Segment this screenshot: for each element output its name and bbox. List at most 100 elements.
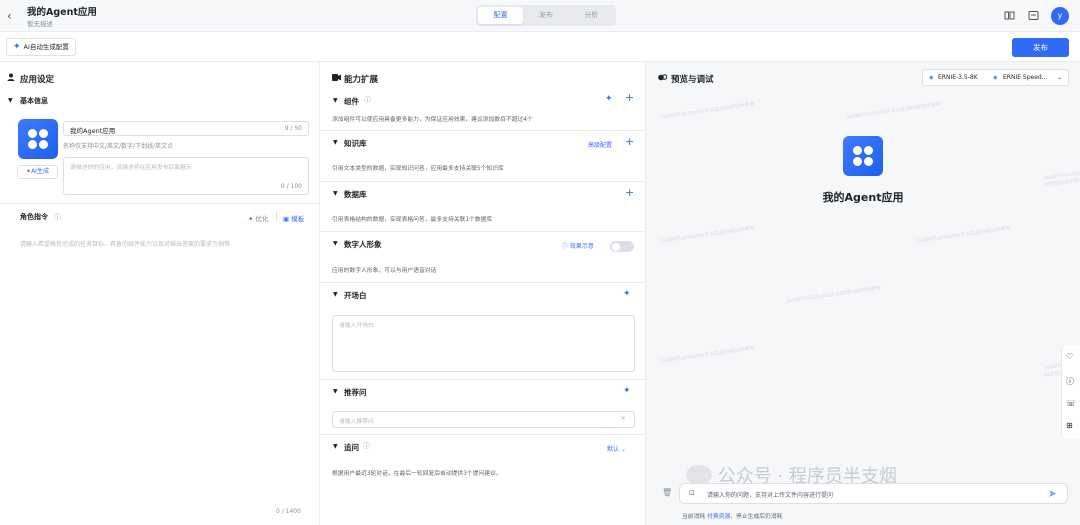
preview-app-logo bbox=[843, 136, 883, 176]
chat-input-placeholder: 请输入你的问题，支持对上传文件内容进行提问 bbox=[707, 492, 834, 499]
model-name-1: ERNIE-3.5-8K bbox=[938, 74, 978, 81]
chevron-down-icon[interactable]: ▼ bbox=[333, 190, 338, 197]
followup-mode-select[interactable]: 默认 ⌄ bbox=[607, 444, 626, 453]
database-title: 数据库 bbox=[344, 190, 367, 199]
ai-auto-config-label: AI自动生成配置 bbox=[23, 43, 69, 51]
chevron-down-icon[interactable]: ▼ bbox=[8, 97, 13, 104]
tab-config[interactable]: 配置 bbox=[478, 7, 524, 24]
action-bar bbox=[0, 32, 1080, 62]
capability-icon bbox=[332, 74, 341, 83]
tab-analysis[interactable]: 分析 bbox=[569, 7, 614, 24]
watermark: 3a08f97a02be5bc3 AI生成内容仅供参考 bbox=[785, 285, 882, 305]
upload-image-icon[interactable]: ⊡ bbox=[689, 489, 695, 497]
preview-title: 预览与调试 bbox=[671, 75, 714, 85]
digital-avatar-toggle[interactable] bbox=[610, 241, 634, 252]
app-settings-title: 应用设定 bbox=[20, 75, 55, 85]
components-title: 组件 bbox=[344, 97, 359, 106]
app-logo[interactable] bbox=[18, 119, 58, 159]
floating-sidebar: ♡ ⓘ ☏ ⊞ bbox=[1061, 345, 1080, 439]
add-icon[interactable]: + bbox=[625, 91, 634, 104]
mode-tabs: 配置 发布 分析 bbox=[476, 5, 616, 26]
clear-icon[interactable]: × bbox=[620, 414, 626, 422]
chevron-down-icon[interactable]: ▼ bbox=[333, 139, 338, 146]
chevron-down-icon[interactable]: ▼ bbox=[333, 97, 338, 104]
paid-resource-link[interactable]: 付费资源 bbox=[707, 514, 730, 520]
app-name-input[interactable]: 我的Agent应用 9 / 50 bbox=[63, 121, 309, 136]
app-description-placeholder: 请描述你的应用，该描述将在应用发布后面展示 bbox=[70, 165, 192, 171]
user-icon bbox=[7, 73, 15, 84]
book-icon[interactable] bbox=[1003, 10, 1015, 22]
optimize-button[interactable]: ✦ 优化 bbox=[248, 213, 269, 223]
opening-placeholder: 请输入开场白 bbox=[339, 323, 374, 329]
add-icon[interactable]: + bbox=[625, 186, 634, 199]
basic-info-title: 基本信息 bbox=[20, 97, 48, 105]
role-instruction-placeholder[interactable]: 请输入希望角色完成的任务目标、具备的组件能力以及对输出答案的要求引例等 bbox=[20, 239, 230, 248]
publish-button[interactable]: 发布 bbox=[1012, 38, 1069, 57]
ai-auto-config-button[interactable]: ✦ AI自动生成配置 bbox=[6, 38, 76, 56]
app-description-count: 0 / 100 bbox=[280, 183, 302, 190]
capability-panel: 能力扩展 ▼ 组件 ⓘ ✦ + 添加组件可以使应用具备更多能力，为保证应用效果，… bbox=[320, 62, 646, 525]
recommend-section: ▼ 推荐问 ✦ 请输入推荐问 × bbox=[320, 380, 646, 435]
tab-publish[interactable]: 发布 bbox=[523, 7, 568, 24]
followup-section: ▼ 追问 ⓘ 默认 ⌄ 根据用户最近3轮对话，在最后一轮回复后自动提供3个提问建… bbox=[320, 435, 646, 485]
capability-title: 能力扩展 bbox=[344, 75, 379, 85]
consumption-note: 当前消耗 付费资源，停止生成后仍消耗 bbox=[682, 514, 783, 520]
sparkle-icon[interactable]: ✦ bbox=[605, 94, 613, 104]
model-name-2: ERNIE Speed... bbox=[1003, 74, 1048, 81]
app-description-input[interactable]: 请描述你的应用，该描述将在应用发布后面展示 0 / 100 bbox=[63, 157, 309, 195]
sparkle-icon[interactable]: ✦ bbox=[623, 289, 631, 299]
components-desc: 添加组件可以使应用具备更多能力，为保证应用效果，建议添加数目不超过4个 bbox=[332, 117, 533, 123]
grid-icon[interactable]: ⊞ bbox=[1066, 421, 1073, 430]
watermark: 3a08f97a02be5bc3 AI生成内容仅供参考 bbox=[845, 101, 942, 121]
knowledge-title: 知识库 bbox=[344, 139, 367, 148]
database-section: ▼ 数据库 + 引用表格结构的数据，实现表格问答，最多支持关联1个数据库 bbox=[320, 182, 646, 232]
opening-section: ▼ 开场白 ✦ 请输入开场白 bbox=[320, 283, 646, 380]
chevron-down-icon[interactable]: ▼ bbox=[333, 240, 338, 247]
watermark: 3a08f97a02be5bc3 AI生成内容仅供参考 bbox=[915, 225, 1012, 245]
chevron-down-icon[interactable]: ▼ bbox=[333, 388, 338, 395]
app-name-hint: 名称仅支持中文/英文/数字/下划线/英文点 bbox=[63, 143, 174, 150]
chevron-down-icon[interactable]: ▼ bbox=[333, 443, 338, 450]
effect-demo-link[interactable]: ⓘ 效果示意 bbox=[562, 241, 594, 250]
add-icon[interactable]: + bbox=[625, 135, 634, 148]
chevron-down-icon[interactable]: ▼ bbox=[333, 291, 338, 298]
help-icon[interactable]: ⓘ bbox=[1066, 376, 1074, 387]
recommend-title: 推荐问 bbox=[344, 388, 367, 397]
digital-avatar-title: 数字人形象 bbox=[344, 240, 382, 249]
clover-icon bbox=[28, 129, 48, 149]
sparkle-icon: ✦ bbox=[13, 42, 21, 52]
phone-icon[interactable]: ☏ bbox=[1066, 399, 1076, 408]
watermark: 3a08f97a02be5bc3 AI生成内容仅供参考 bbox=[659, 225, 756, 245]
recommend-input[interactable]: 请输入推荐问 × bbox=[332, 411, 635, 428]
model-select[interactable]: ◈ ERNIE-3.5-8K ◈ ERNIE Speed... ⌄ bbox=[922, 69, 1069, 86]
avatar[interactable]: y bbox=[1051, 7, 1069, 25]
components-section: ▼ 组件 ⓘ ✦ + 添加组件可以使应用具备更多能力，为保证应用效果，建议添加数… bbox=[320, 89, 646, 131]
advanced-config-link[interactable]: 高级配置 bbox=[588, 140, 612, 149]
knowledge-section: ▼ 知识库 高级配置 + 引用文本类型的数据，实现知识问答，应用最多支持关联5个… bbox=[320, 131, 646, 182]
sparkle-icon[interactable]: ✦ bbox=[623, 386, 631, 396]
send-icon[interactable]: ➤ bbox=[1048, 487, 1057, 500]
feedback-icon[interactable] bbox=[1027, 10, 1039, 22]
ai-generate-button[interactable]: ✦AI生成 bbox=[17, 165, 58, 179]
role-instruction-title: 角色指令 bbox=[20, 213, 48, 221]
opening-input[interactable]: 请输入开场白 bbox=[332, 315, 635, 372]
help-icon[interactable]: ⓘ bbox=[363, 441, 370, 451]
wechat-icon bbox=[686, 465, 712, 485]
app-title: 我的Agent应用 bbox=[27, 7, 97, 18]
help-icon[interactable]: ⓘ bbox=[54, 212, 61, 222]
back-arrow-icon[interactable]: ‹ bbox=[7, 9, 12, 23]
followup-desc: 根据用户最近3轮对话，在最后一轮回复后自动提供3个提问建议。 bbox=[332, 471, 502, 477]
help-icon[interactable]: ⓘ bbox=[364, 95, 371, 105]
template-button[interactable]: ▣ 模板 bbox=[283, 213, 304, 223]
opening-title: 开场白 bbox=[344, 291, 367, 300]
chat-input[interactable]: ⊡ 请输入你的问题，支持对上传文件内容进行提问 ➤ bbox=[679, 483, 1068, 504]
clear-chat-icon[interactable]: 🗑 bbox=[662, 488, 672, 497]
preview-app-name: 我的Agent应用 bbox=[822, 191, 904, 204]
digital-avatar-desc: 应用的数字人形象，可以与用户语音对话 bbox=[332, 268, 437, 274]
app-description: 暂无描述 bbox=[27, 20, 53, 28]
model-icon: ◈ bbox=[929, 74, 934, 81]
recommend-placeholder: 请输入推荐问 bbox=[339, 419, 374, 425]
clover-icon bbox=[853, 146, 873, 166]
app-name-count: 9 / 50 bbox=[284, 125, 302, 132]
tag-icon[interactable]: ♡ bbox=[1066, 352, 1073, 361]
